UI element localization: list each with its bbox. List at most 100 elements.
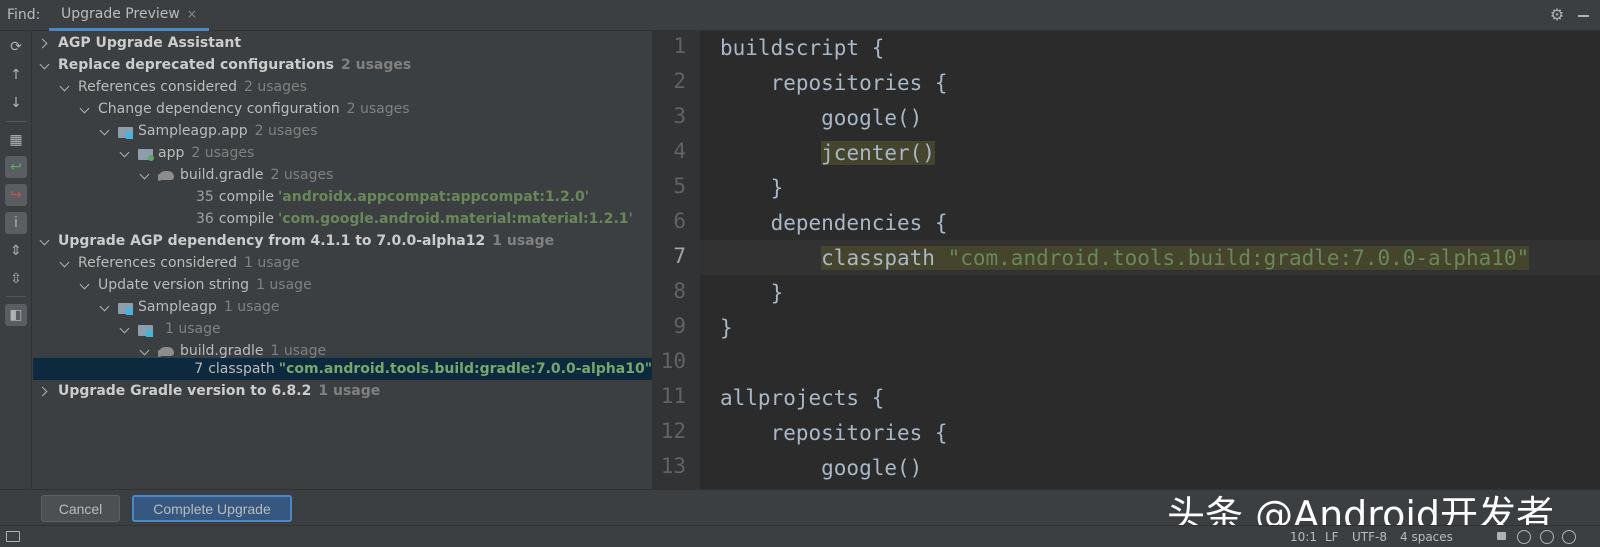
event-log-icon[interactable] xyxy=(1517,530,1531,544)
usage-string: "com.android.tools.build:gradle:7.0.0-al… xyxy=(278,361,652,377)
chevron-down-icon[interactable] xyxy=(60,82,70,92)
complete-upgrade-button[interactable]: Complete Upgrade xyxy=(132,495,292,522)
chevron-down-icon[interactable] xyxy=(140,346,150,356)
tree-node[interactable]: Sampleagp 1 usage xyxy=(33,296,652,318)
line-separator[interactable]: LF xyxy=(1325,530,1339,544)
preview-icon[interactable]: ◧ xyxy=(5,304,27,326)
minimize-icon[interactable] xyxy=(1573,4,1595,26)
show-write-access-icon[interactable]: ↪ xyxy=(5,184,27,206)
status-bar: 10:1 LF UTF-8 4 spaces xyxy=(0,525,1600,547)
code-line: jcenter() xyxy=(720,136,935,171)
caret-position[interactable]: 10:1 xyxy=(1290,530,1317,544)
line-number: 4 xyxy=(673,139,686,163)
line-number: 1 xyxy=(673,34,686,58)
chevron-down-icon[interactable] xyxy=(80,280,90,290)
chevron-down-icon[interactable] xyxy=(120,148,130,158)
indent-setting[interactable]: 4 spaces xyxy=(1400,530,1453,544)
usage-count: 2 usages xyxy=(254,123,318,139)
lock-icon[interactable] xyxy=(1497,532,1506,540)
code-line: allprojects { xyxy=(720,386,885,410)
tree-node-label: Sampleagp xyxy=(138,299,217,315)
usage-count: 1 usage xyxy=(256,277,312,293)
usage-line-number: 7 xyxy=(194,361,204,377)
tree-node[interactable]: app 2 usages xyxy=(33,142,652,164)
line-number: 6 xyxy=(673,209,686,233)
usage-count: 2 usages xyxy=(346,101,410,117)
line-number: 2 xyxy=(673,69,686,93)
face-icon[interactable] xyxy=(1540,530,1554,544)
usage-count: 2 usages xyxy=(270,167,334,183)
tree-node[interactable]: Change dependency configuration 2 usages xyxy=(33,98,652,120)
code-line: google() xyxy=(720,456,923,480)
tree-node-label: build.gradle xyxy=(180,343,264,359)
chevron-down-icon[interactable] xyxy=(80,104,90,114)
tree-node[interactable]: Sampleagp.app 2 usages xyxy=(33,120,652,142)
usage-code: compile xyxy=(218,189,275,205)
usage-string: 'androidx.appcompat:appcompat:1.2.0' xyxy=(278,189,590,205)
line-number: 13 xyxy=(660,454,686,478)
usage-count: 1 usage xyxy=(270,343,327,359)
chevron-down-icon[interactable] xyxy=(120,324,130,334)
toolbar-separator xyxy=(6,121,26,122)
tab-label: Upgrade Preview xyxy=(61,6,180,22)
line-number: 11 xyxy=(660,384,686,408)
line-number: 7 xyxy=(673,244,686,268)
chevron-right-icon[interactable] xyxy=(40,386,50,396)
file-encoding[interactable]: UTF-8 xyxy=(1352,530,1387,544)
arrow-down-icon[interactable]: ↓ xyxy=(5,92,27,114)
usage-row[interactable]: 36 compile 'com.google.android.material:… xyxy=(33,208,652,230)
tree-node-label: build.gradle xyxy=(180,167,264,183)
refresh-icon[interactable]: ⟳ xyxy=(5,36,27,58)
feedback-icon[interactable] xyxy=(1562,530,1576,544)
code-line: buildscript { xyxy=(720,36,885,60)
usage-count: 2 usages xyxy=(341,57,412,73)
layout-icon[interactable] xyxy=(6,531,20,542)
tree-node-label: Change dependency configuration xyxy=(98,101,340,117)
chevron-down-icon[interactable] xyxy=(100,126,110,136)
chevron-down-icon[interactable] xyxy=(100,302,110,312)
chevron-down-icon[interactable] xyxy=(140,170,150,180)
tree-node[interactable]: References considered 2 usages xyxy=(33,76,652,98)
cancel-button[interactable]: Cancel xyxy=(41,495,120,522)
usage-row-selected[interactable]: 7 classpath "com.android.tools.build:gra… xyxy=(33,358,652,380)
tree-node-label: Update version string xyxy=(98,277,250,293)
chevron-down-icon[interactable] xyxy=(40,236,50,246)
chevron-down-icon[interactable] xyxy=(40,60,50,70)
group-by-icon[interactable]: ▦ xyxy=(5,129,27,151)
tree-node[interactable]: Update version string 1 usage xyxy=(33,274,652,296)
tab-upgrade-preview[interactable]: Upgrade Preview × xyxy=(49,0,209,31)
code-line: dependencies { xyxy=(720,211,948,235)
code-line: repositories { xyxy=(720,71,948,95)
module-folder-icon xyxy=(118,125,134,139)
tree-node[interactable]: build.gradle 2 usages xyxy=(33,164,652,186)
tree-node[interactable]: 1 usage xyxy=(33,318,652,340)
tree-node[interactable]: Upgrade Gradle version to 6.8.2 1 usage xyxy=(33,380,652,402)
usage-highlight: classpath xyxy=(821,246,948,270)
tree-node[interactable]: References considered 1 usage xyxy=(33,252,652,274)
usage-code: classpath xyxy=(208,361,275,377)
expand-all-icon[interactable]: ⇕ xyxy=(5,240,27,262)
line-number: 9 xyxy=(673,314,686,338)
chevron-down-icon[interactable] xyxy=(60,258,70,268)
usage-row[interactable]: 35 compile 'androidx.appcompat:appcompat… xyxy=(33,186,652,208)
chevron-right-icon[interactable] xyxy=(40,38,50,48)
tree-node[interactable]: Upgrade AGP dependency from 4.1.1 to 7.0… xyxy=(33,230,652,252)
tree-node[interactable]: AGP Upgrade Assistant xyxy=(33,32,652,54)
arrow-up-icon[interactable]: ↑ xyxy=(5,64,27,86)
code-line: } xyxy=(720,281,784,305)
show-read-access-icon[interactable]: ↩ xyxy=(5,156,27,178)
info-icon[interactable]: i xyxy=(5,212,27,234)
tree-node-label: References considered xyxy=(78,255,238,271)
code-preview-editor[interactable]: 1 2 3 4 5 6 7 8 9 10 11 12 13 buildscrip… xyxy=(652,31,1600,489)
code-line: } xyxy=(720,176,784,200)
usage-count: 1 usage xyxy=(223,299,280,315)
usage-count: 2 usages xyxy=(244,79,307,95)
tree-node-label: Sampleagp.app xyxy=(138,123,248,139)
tree-node[interactable]: Replace deprecated configurations 2 usag… xyxy=(33,54,652,76)
gear-icon[interactable]: ⚙ xyxy=(1546,4,1568,26)
tree-node-label: AGP Upgrade Assistant xyxy=(58,35,242,51)
usage-code: compile xyxy=(218,211,275,227)
line-number: 8 xyxy=(673,279,686,303)
close-icon[interactable]: × xyxy=(187,7,197,21)
collapse-all-icon[interactable]: ⇳ xyxy=(5,268,27,290)
